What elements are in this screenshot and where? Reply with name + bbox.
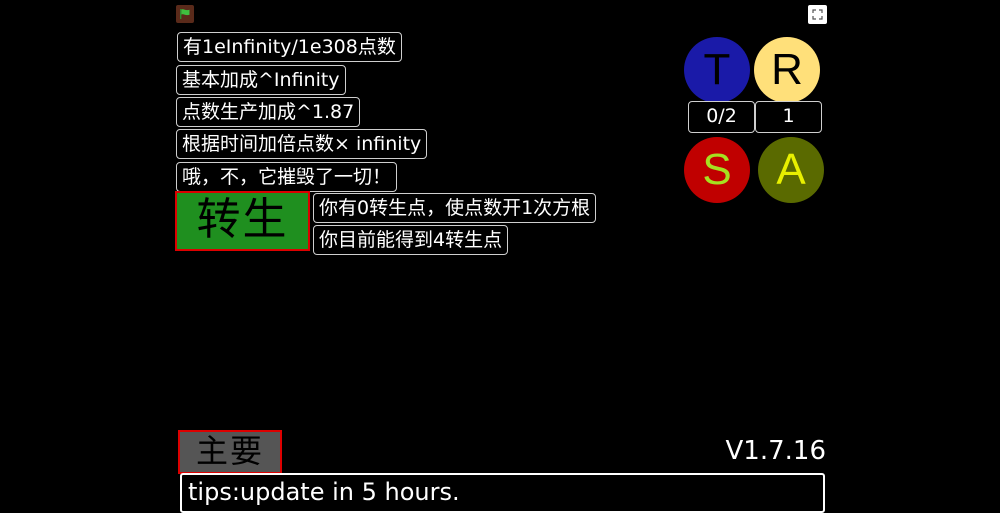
rebirth-button[interactable]: 转生 — [175, 191, 310, 251]
main-tab-button[interactable]: 主要 — [178, 430, 282, 474]
layer-r-label: R — [771, 45, 803, 94]
base-multiplier-display: 基本加成^Infinity — [176, 65, 346, 95]
destroy-message: 哦，不，它摧毁了一切！ — [176, 162, 398, 192]
production-multiplier-display: 点数生产加成^1.87 — [176, 97, 361, 127]
layer-r-button[interactable]: R — [754, 37, 820, 103]
tips-box: tips:update in 5 hours. — [180, 473, 825, 513]
green-flag-button[interactable] — [176, 5, 194, 23]
layer-t-button[interactable]: T — [684, 37, 750, 103]
time-multiplier-display: 根据时间加倍点数× infinity — [176, 129, 428, 159]
layer-t-counter: 0/2 — [688, 101, 755, 133]
fullscreen-button[interactable] — [808, 5, 827, 24]
layer-a-label: A — [776, 145, 806, 194]
layer-r-counter: 1 — [755, 101, 822, 133]
layer-t-label: T — [703, 45, 731, 94]
green-flag-icon — [180, 9, 190, 19]
layer-s-label: S — [702, 145, 732, 194]
points-display: 有1eInfinity/1e308点数 — [177, 32, 402, 62]
layer-s-button[interactable]: S — [684, 137, 750, 203]
layer-a-button[interactable]: A — [758, 137, 824, 203]
rebirth-gain-info: 你目前能得到4转生点 — [313, 225, 509, 255]
rebirth-points-info: 你有0转生点，使点数开1次方根 — [313, 193, 597, 223]
version-label: V1.7.16 — [725, 436, 826, 466]
fullscreen-icon — [812, 9, 823, 20]
